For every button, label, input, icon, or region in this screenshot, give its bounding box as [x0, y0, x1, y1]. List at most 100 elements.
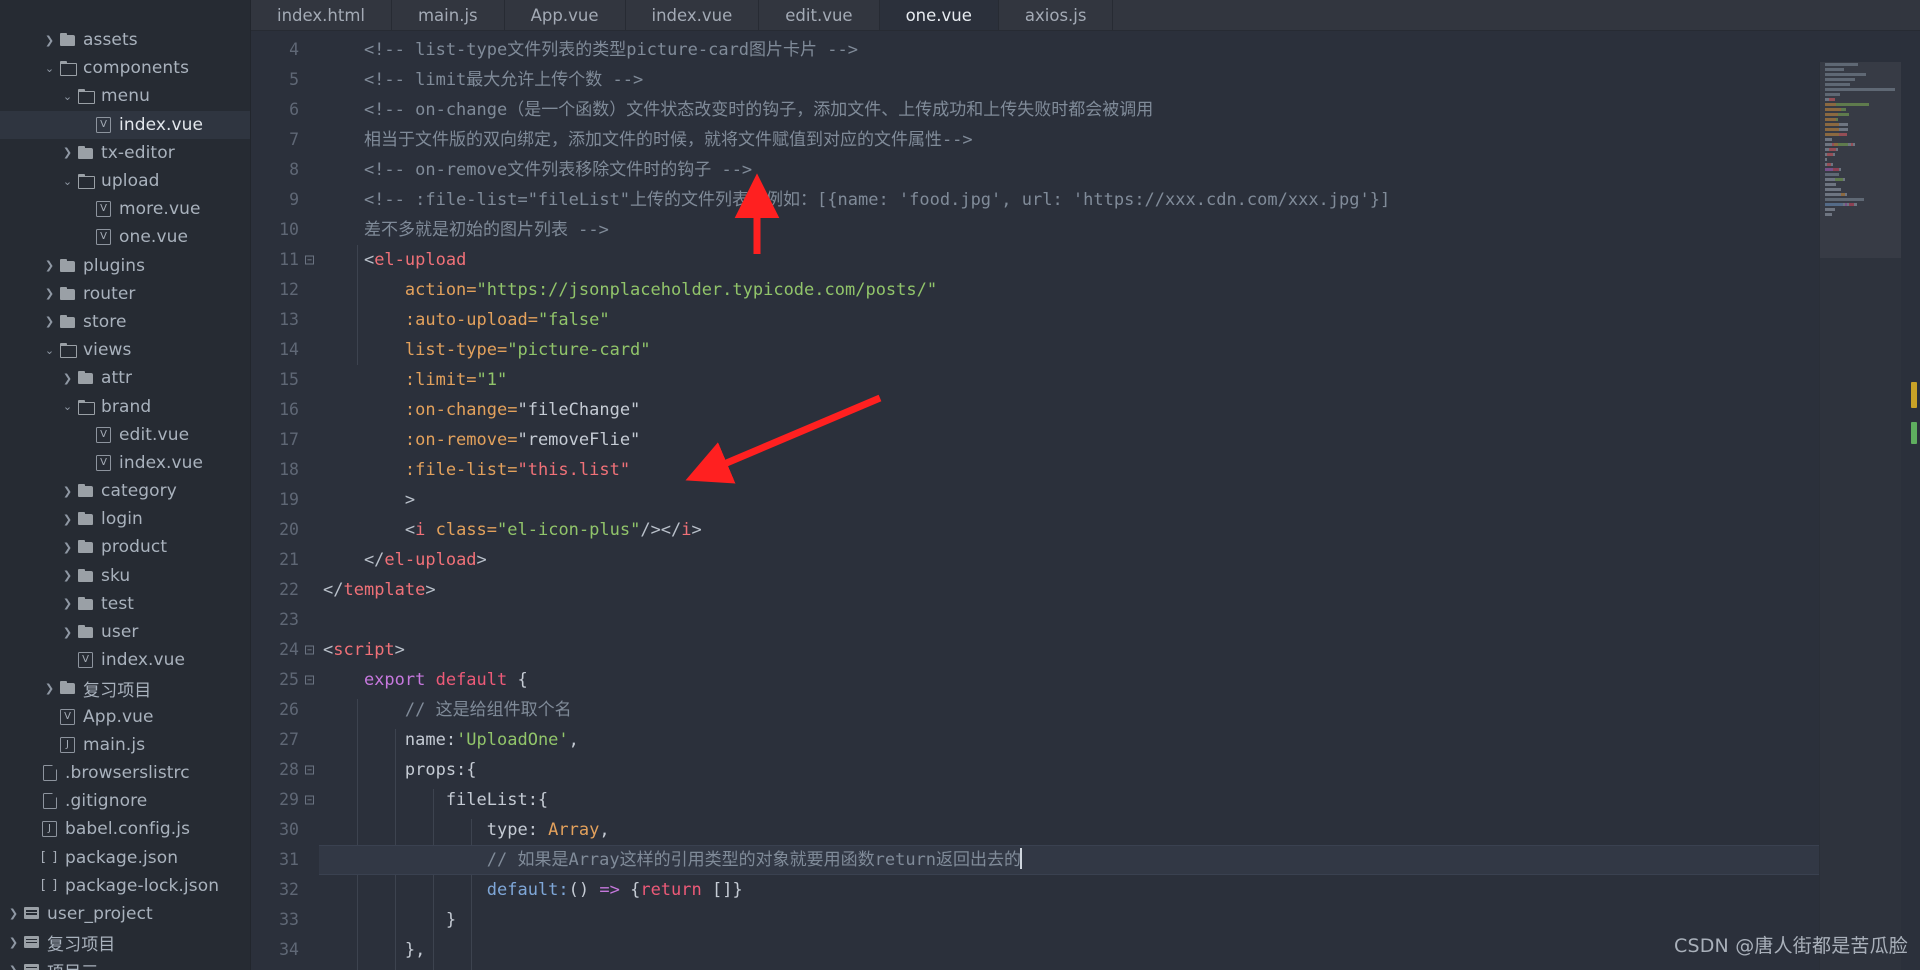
tree-item-index.vue[interactable]: Vindex.vue — [0, 110, 250, 139]
chevron-right-icon[interactable]: ❯ — [6, 908, 21, 919]
code-line[interactable]: <!-- list-type文件列表的类型picture-card图片卡片 --… — [319, 35, 1920, 65]
chevron-right-icon[interactable]: ❯ — [42, 288, 57, 299]
code-line[interactable]: <!-- limit最大允许上传个数 --> — [319, 65, 1920, 95]
scrollbar-info-marker[interactable] — [1911, 422, 1917, 444]
chevron-right-icon[interactable]: ❯ — [60, 373, 75, 384]
code-line[interactable] — [319, 605, 1920, 635]
chevron-down-icon[interactable]: ⌄ — [60, 176, 75, 187]
tree-item-brand[interactable]: ⌄ brand — [0, 392, 250, 420]
project-tree-sidebar[interactable]: ❯ assets ⌄ components ⌄ menu Vindex.vue ❯ tx-edi… — [0, 0, 251, 970]
editor-tabbar[interactable]: index.html main.js App.vue index.vue edit.vu… — [251, 0, 1920, 31]
code-line[interactable]: </template> — [319, 575, 1920, 605]
code-line[interactable]: // 如果是Array这样的引用类型的对象就要用函数return返回出去的 — [319, 845, 1920, 875]
tree-item-category[interactable]: ❯ category — [0, 477, 250, 505]
code-line[interactable]: :auto-upload="false" — [319, 305, 1920, 335]
tree-item-more.vue[interactable]: Vmore.vue — [0, 195, 250, 223]
chevron-right-icon[interactable]: ❯ — [60, 598, 75, 609]
editor-tab-index-html[interactable]: index.html — [251, 0, 392, 30]
tree-item-babel.config.js[interactable]: Jbabel.config.js — [0, 815, 250, 843]
fold-toggle-icon[interactable]: − — [305, 765, 314, 775]
code-line[interactable]: props:{ — [319, 755, 1920, 785]
tree-item-plugins[interactable]: ❯ plugins — [0, 252, 250, 280]
code-line[interactable]: :on-change="fileChange" — [319, 395, 1920, 425]
chevron-right-icon[interactable]: ❯ — [6, 965, 21, 970]
chevron-right-icon[interactable]: ❯ — [42, 260, 57, 271]
code-line[interactable]: <i class="el-icon-plus"/></i> — [319, 515, 1920, 545]
chevron-right-icon[interactable]: ❯ — [60, 486, 75, 497]
code-line[interactable]: > — [319, 485, 1920, 515]
editor-minimap[interactable] — [1819, 62, 1901, 970]
code-line[interactable]: name:'UploadOne', — [319, 725, 1920, 755]
tree-item-package.json[interactable]: [ ] package.json — [0, 843, 250, 871]
tree-item-one.vue[interactable]: Vone.vue — [0, 223, 250, 251]
code-line[interactable]: <!-- :file-list="fileList"上传的文件列表，例如：[{n… — [319, 185, 1920, 215]
tree-item-main.js[interactable]: Jmain.js — [0, 731, 250, 759]
code-line[interactable]: :on-remove="removeFlie" — [319, 425, 1920, 455]
chevron-down-icon[interactable]: ⌄ — [60, 91, 75, 102]
editor-tab-axios-js[interactable]: axios.js — [998, 0, 1114, 30]
chevron-right-icon[interactable]: ❯ — [60, 627, 75, 638]
tree-item----[interactable]: ❯ 项目三 — [0, 956, 250, 970]
code-line[interactable]: fileList:{ — [319, 785, 1920, 815]
tree-item-store[interactable]: ❯ store — [0, 308, 250, 336]
tree-item-package-lock.json[interactable]: [ ] package-lock.json — [0, 872, 250, 900]
tree-item-index.vue[interactable]: Vindex.vue — [0, 449, 250, 477]
scrollbar-warning-marker[interactable] — [1911, 382, 1917, 408]
tree-item-menu[interactable]: ⌄ menu — [0, 82, 250, 110]
code-line[interactable]: </el-upload> — [319, 545, 1920, 575]
chevron-right-icon[interactable]: ❯ — [60, 147, 75, 158]
tree-item-app.vue[interactable]: V App.vue — [0, 703, 250, 731]
chevron-right-icon[interactable]: ❯ — [60, 570, 75, 581]
code-line[interactable]: export default { — [319, 665, 1920, 695]
tree-item-upload[interactable]: ⌄ upload — [0, 167, 250, 195]
tree-item-----[interactable]: ❯ 复习项目 — [0, 674, 250, 702]
editor-tab-main-js[interactable]: main.js — [391, 0, 505, 30]
fold-toggle-icon[interactable]: − — [305, 255, 314, 265]
chevron-down-icon[interactable]: ⌄ — [60, 401, 75, 412]
code-line[interactable]: 相当于文件版的双向绑定，添加文件的时候，就将文件赋值到对应的文件属性--> — [319, 125, 1920, 155]
code-line[interactable]: <script> — [319, 635, 1920, 665]
code-line[interactable]: :file-list="this.list" — [319, 455, 1920, 485]
code-line[interactable]: <el-upload — [319, 245, 1920, 275]
code-line[interactable]: action="https://jsonplaceholder.typicode… — [319, 275, 1920, 305]
tree-item-assets[interactable]: ❯ assets — [0, 26, 250, 54]
tree-item-attr[interactable]: ❯ attr — [0, 364, 250, 392]
tree-item-tx-editor[interactable]: ❯ tx-editor — [0, 139, 250, 167]
code-line[interactable]: type: Array, — [319, 815, 1920, 845]
code-line[interactable]: <!-- on-change（是一个函数）文件状态改变时的钩子，添加文件、上传成… — [319, 95, 1920, 125]
code-line[interactable]: 差不多就是初始的图片列表 --> — [319, 215, 1920, 245]
tree-item-product[interactable]: ❯ product — [0, 533, 250, 561]
chevron-right-icon[interactable]: ❯ — [60, 542, 75, 553]
code-text-area[interactable]: <!-- list-type文件列表的类型picture-card图片卡片 --… — [319, 31, 1920, 970]
chevron-right-icon[interactable]: ❯ — [42, 35, 57, 46]
code-line[interactable]: :limit="1" — [319, 365, 1920, 395]
fold-toggle-icon[interactable]: − — [305, 675, 314, 685]
chevron-right-icon[interactable]: ❯ — [42, 683, 57, 694]
editor-scrollbar[interactable] — [1901, 62, 1920, 970]
editor-tab-one-vue[interactable]: one.vue — [879, 0, 999, 30]
editor-tab-edit-vue[interactable]: edit.vue — [759, 0, 880, 30]
chevron-down-icon[interactable]: ⌄ — [42, 345, 57, 356]
editor-tab-index-vue[interactable]: index.vue — [625, 0, 760, 30]
tree-item-user[interactable]: ❯ user — [0, 618, 250, 646]
code-line[interactable]: default:() => {return []} — [319, 875, 1920, 905]
fold-toggle-icon[interactable]: − — [305, 645, 314, 655]
editor-tab-App-vue[interactable]: App.vue — [504, 0, 626, 30]
chevron-down-icon[interactable]: ⌄ — [42, 63, 57, 74]
code-line[interactable]: list-type="picture-card" — [319, 335, 1920, 365]
tree-item-.gitignore[interactable]: .gitignore — [0, 787, 250, 815]
tree-item-components[interactable]: ⌄ components — [0, 54, 250, 82]
tree-item-----[interactable]: ❯ 复习项目 — [0, 928, 250, 956]
tree-item-index.vue[interactable]: Vindex.vue — [0, 646, 250, 674]
code-line[interactable]: // 这是给组件取个名 — [319, 695, 1920, 725]
tree-item-.browserslistrc[interactable]: .browserslistrc — [0, 759, 250, 787]
code-editor[interactable]: 4 5 6 7 8 9 10 11−12 13 14 15 16 17 18 19 20 21 22 23 24−25… — [251, 31, 1920, 970]
tree-item-views[interactable]: ⌄ views — [0, 336, 250, 364]
fold-toggle-icon[interactable]: − — [305, 795, 314, 805]
chevron-right-icon[interactable]: ❯ — [42, 316, 57, 327]
tree-item-user_project[interactable]: ❯ user_project — [0, 900, 250, 928]
tree-item-router[interactable]: ❯ router — [0, 280, 250, 308]
tree-item-edit.vue[interactable]: Vedit.vue — [0, 421, 250, 449]
tree-item-sku[interactable]: ❯ sku — [0, 562, 250, 590]
minimap-viewport[interactable] — [1820, 62, 1901, 258]
